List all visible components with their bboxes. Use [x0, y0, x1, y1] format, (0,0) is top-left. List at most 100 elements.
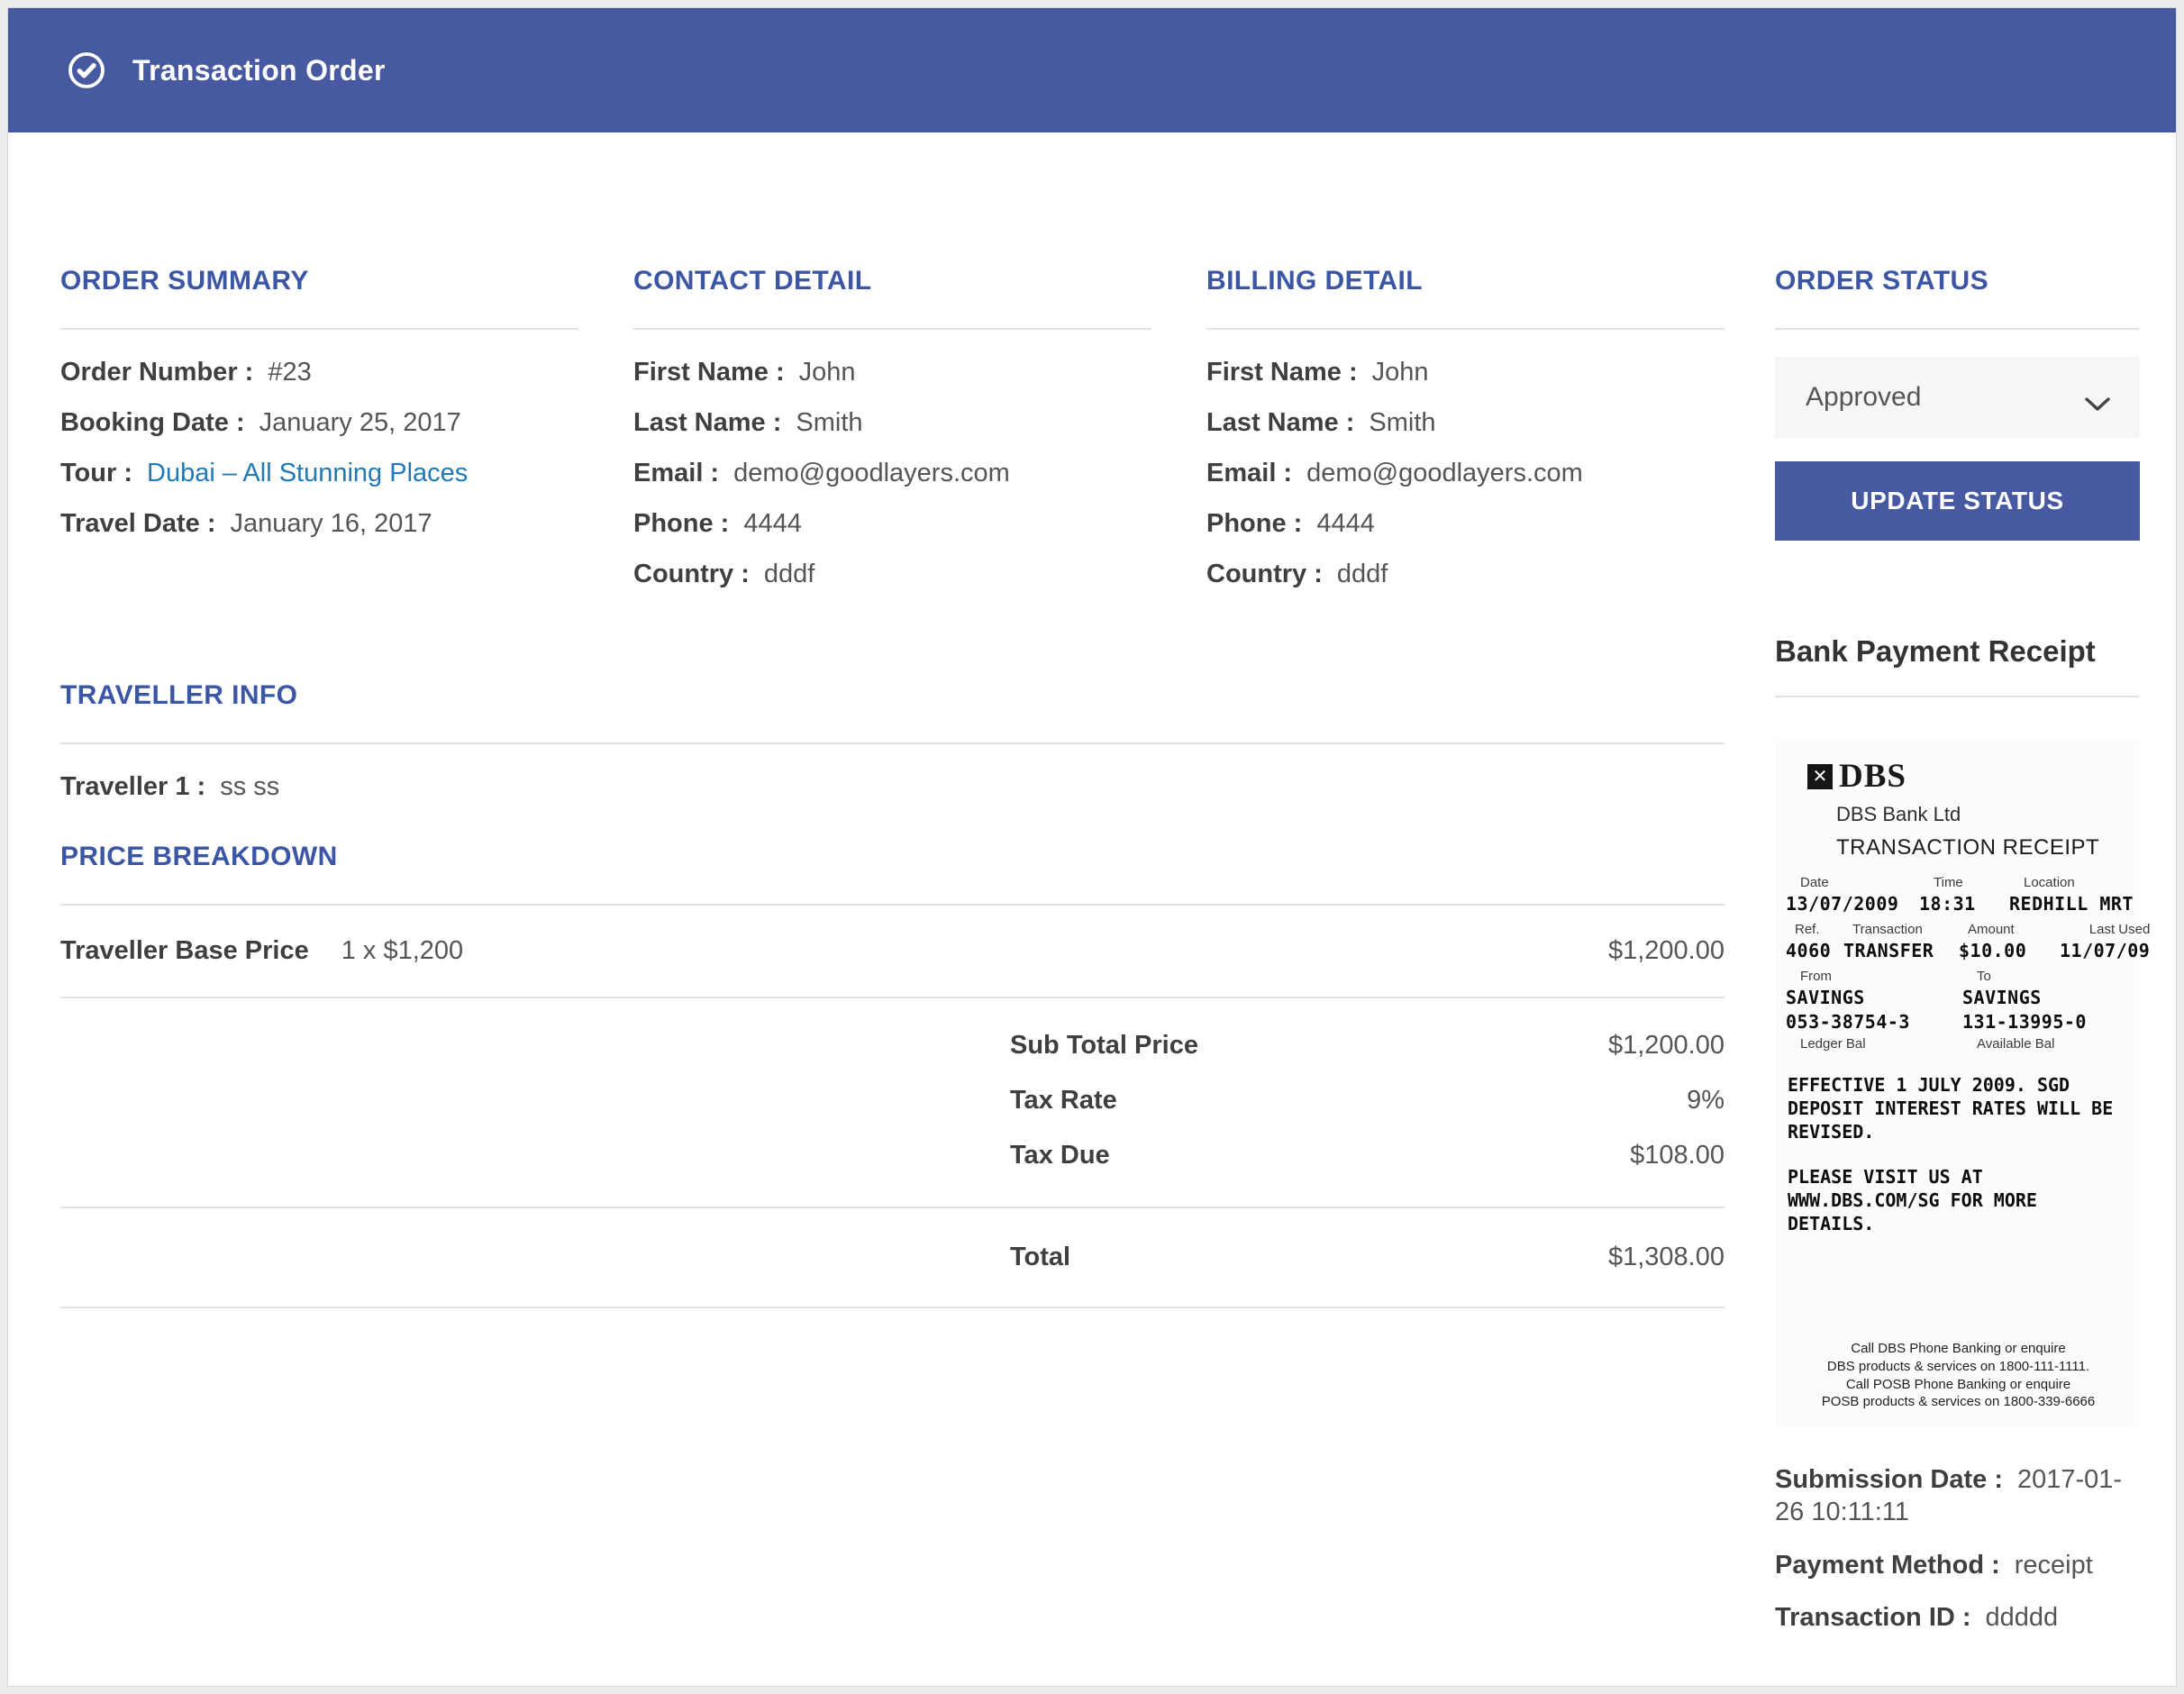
contact-email-field: Email :demo@goodlayers.com — [633, 460, 1151, 488]
receipt-notice-2: PLEASE VISIT US AT WWW.DBS.COM/SG FOR MO… — [1788, 1165, 2121, 1235]
transaction-order-card: Transaction Order ORDER SUMMARY Order Nu… — [7, 7, 2177, 1687]
bank-payment-receipt-heading: Bank Payment Receipt — [1775, 634, 2140, 669]
receipt-to-label: To — [1962, 969, 2131, 984]
receipt-date-label: Date — [1786, 875, 1919, 890]
billing-first-name-field: First Name :John — [1206, 359, 1724, 387]
content: ORDER SUMMARY Order Number :#23 Booking … — [8, 132, 2176, 1686]
divider — [60, 742, 1724, 744]
receipt-amount-value: $10.00 — [1959, 940, 2060, 961]
traveller-1-field: Traveller 1 :ss ss — [60, 773, 1724, 802]
receipt-footer-line: Call POSB Phone Banking or enquire — [1786, 1376, 2131, 1394]
order-number-field: Order Number :#23 — [60, 359, 578, 387]
bank-receipt-image: ✕ DBS DBS Bank Ltd TRANSACTION RECEIPT D… — [1775, 737, 2140, 1427]
billing-last-name-field: Last Name :Smith — [1206, 409, 1724, 438]
contact-detail-heading: CONTACT DETAIL — [633, 266, 1151, 296]
check-circle-icon — [66, 50, 107, 91]
receipt-ledger-label: Ledger Bal — [1786, 1036, 1962, 1052]
billing-detail-fields: First Name :John Last Name :Smith Email … — [1206, 359, 1724, 588]
chevron-down-icon — [2084, 389, 2111, 420]
receipt-title: TRANSACTION RECEIPT — [1836, 835, 2131, 861]
main-column: ORDER SUMMARY Order Number :#23 Booking … — [60, 266, 1724, 1653]
dbs-logo-mark-icon: ✕ — [1807, 764, 1833, 789]
contact-last-name-field: Last Name :Smith — [633, 409, 1151, 438]
receipt-from-label: From — [1786, 969, 1962, 984]
receipt-ref-value: 4060 — [1786, 940, 1843, 961]
divider — [60, 328, 578, 330]
receipt-notice-1: EFFECTIVE 1 JULY 2009. SGD DEPOSIT INTER… — [1788, 1073, 2121, 1143]
receipt-footer: Call DBS Phone Banking or enquire DBS pr… — [1786, 1340, 2131, 1411]
order-summary-section: ORDER SUMMARY Order Number :#23 Booking … — [60, 266, 578, 610]
order-status-heading: ORDER STATUS — [1775, 266, 2140, 296]
divider — [60, 1207, 1724, 1208]
receipt-last-used-label: Last Used — [2060, 922, 2150, 937]
order-summary-fields: Order Number :#23 Booking Date :January … — [60, 359, 578, 539]
payment-meta: Submission Date :2017-01-26 10:11:11 Pay… — [1775, 1463, 2140, 1634]
receipt-to-account: SAVINGS — [1962, 987, 2131, 1008]
receipt-from-number: 053-38754-3 — [1786, 1011, 1962, 1033]
divider — [633, 328, 1151, 330]
tour-field: Tour :Dubai – All Stunning Places — [60, 460, 578, 488]
receipt-footer-line: DBS products & services on 1800-111-1111… — [1786, 1358, 2131, 1376]
receipt-row-accounts: From SAVINGS 053-38754-3 Ledger Bal To S… — [1786, 969, 2131, 1052]
header-bar: Transaction Order — [8, 8, 2176, 132]
divider — [60, 1307, 1724, 1308]
receipt-location-label: Location — [2009, 875, 2134, 890]
transaction-id-field: Transaction ID :ddddd — [1775, 1601, 2140, 1634]
order-status-select[interactable]: Approved — [1775, 357, 2140, 438]
receipt-last-used-value: 11/07/09 — [2060, 940, 2150, 961]
divider — [1775, 328, 2140, 330]
receipt-transaction-value: TRANSFER — [1843, 940, 1959, 961]
traveller-fields: Traveller 1 :ss ss — [60, 773, 1724, 802]
receipt-amount-label: Amount — [1959, 922, 2060, 937]
receipt-footer-line: POSB products & services on 1800-339-666… — [1786, 1393, 2131, 1411]
update-status-button[interactable]: UPDATE STATUS — [1775, 461, 2140, 541]
receipt-available-label: Available Bal — [1962, 1036, 2131, 1052]
submission-date-field: Submission Date :2017-01-26 10:11:11 — [1775, 1463, 2140, 1529]
totals-block: Sub Total Price $1,200.00 Tax Rate 9% Ta… — [60, 1031, 1724, 1170]
detail-columns: ORDER SUMMARY Order Number :#23 Booking … — [60, 266, 1724, 610]
receipt-bank-name: DBS Bank Ltd — [1836, 803, 2131, 826]
billing-phone-field: Phone :4444 — [1206, 510, 1724, 539]
billing-detail-heading: BILLING DETAIL — [1206, 266, 1724, 296]
base-price-row: Traveller Base Price 1 x $1,200 $1,200.0… — [60, 936, 1724, 966]
traveller-info-section: TRAVELLER INFO Traveller 1 :ss ss — [60, 680, 1724, 802]
sub-total-row: Sub Total Price $1,200.00 — [60, 1031, 1724, 1061]
receipt-transaction-label: Transaction — [1843, 922, 1959, 937]
billing-email-field: Email :demo@goodlayers.com — [1206, 460, 1724, 488]
payment-method-field: Payment Method :receipt — [1775, 1549, 2140, 1581]
traveller-info-heading: TRAVELLER INFO — [60, 680, 1724, 711]
receipt-row-datetime: Date 13/07/2009 Time 18:31 Location REDH… — [1786, 875, 2131, 915]
contact-detail-fields: First Name :John Last Name :Smith Email … — [633, 359, 1151, 588]
contact-detail-section: CONTACT DETAIL First Name :John Last Nam… — [633, 266, 1151, 610]
receipt-from-account: SAVINGS — [1786, 987, 1962, 1008]
receipt-footer-line: Call DBS Phone Banking or enquire — [1786, 1340, 2131, 1358]
contact-phone-field: Phone :4444 — [633, 510, 1151, 539]
page-title: Transaction Order — [132, 54, 386, 87]
receipt-to-number: 131-13995-0 — [1962, 1011, 2131, 1033]
price-breakdown-section: PRICE BREAKDOWN Traveller Base Price 1 x… — [60, 842, 1724, 1308]
receipt-time-label: Time — [1919, 875, 2009, 890]
tour-link[interactable]: Dubai – All Stunning Places — [147, 459, 468, 487]
travel-date-field: Travel Date :January 16, 2017 — [60, 510, 578, 539]
tax-due-row: Tax Due $108.00 — [60, 1141, 1724, 1170]
billing-detail-section: BILLING DETAIL First Name :John Last Nam… — [1206, 266, 1724, 610]
receipt-date-value: 13/07/2009 — [1786, 893, 1919, 915]
receipt-ref-label: Ref. — [1786, 922, 1843, 937]
billing-country-field: Country :dddf — [1206, 560, 1724, 589]
divider — [1775, 696, 2140, 697]
tax-rate-row: Tax Rate 9% — [60, 1086, 1724, 1116]
divider — [1206, 328, 1724, 330]
bank-payment-receipt-section: Bank Payment Receipt ✕ DBS DBS Bank Ltd … — [1775, 634, 2140, 1634]
receipt-row-transaction: Ref. 4060 Transaction TRANSFER Amount $1… — [1786, 922, 2131, 961]
total-row: Total $1,308.00 — [60, 1243, 1724, 1272]
divider — [60, 997, 1724, 998]
dbs-logo: ✕ DBS — [1807, 757, 2131, 796]
divider — [60, 904, 1724, 906]
booking-date-field: Booking Date :January 25, 2017 — [60, 409, 578, 438]
dbs-logo-text: DBS — [1839, 757, 1906, 796]
order-status-section: ORDER STATUS Approved UPDATE STATUS — [1775, 266, 2140, 541]
receipt-time-value: 18:31 — [1919, 893, 2009, 915]
contact-country-field: Country :dddf — [633, 560, 1151, 589]
order-summary-heading: ORDER SUMMARY — [60, 266, 578, 296]
price-breakdown-heading: PRICE BREAKDOWN — [60, 842, 1724, 872]
